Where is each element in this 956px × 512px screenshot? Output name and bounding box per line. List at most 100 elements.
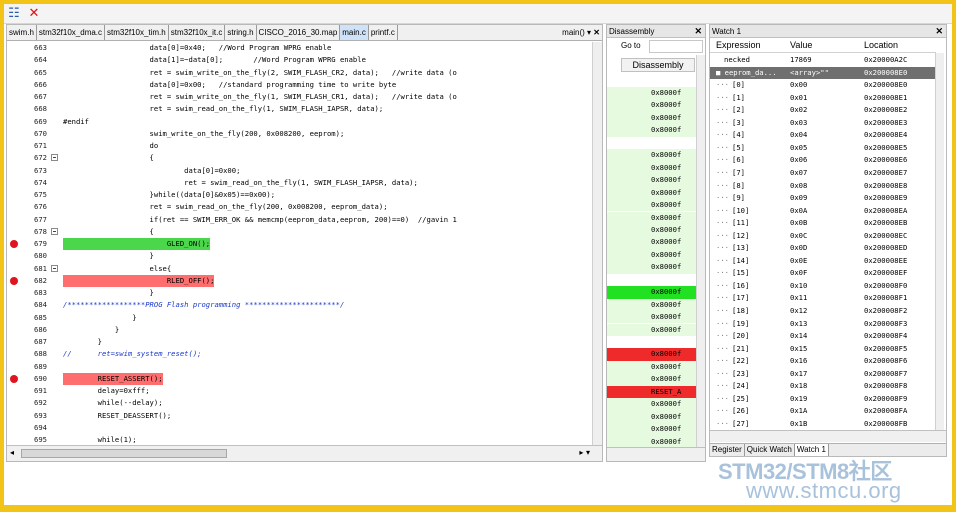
- disassembly-vertical-scrollbar[interactable]: [696, 55, 705, 449]
- scroll-right-icon[interactable]: ▸ ▾: [579, 448, 590, 457]
- code-line[interactable]: 678 {: [7, 226, 602, 238]
- disassembly-row[interactable]: 0x8000f: [607, 223, 697, 237]
- file-tab[interactable]: string.h: [225, 25, 257, 40]
- code-line[interactable]: 680 }: [7, 250, 602, 262]
- code-line[interactable]: 677 if(ret == SWIM_ERR_OK && memcmp(eepr…: [7, 214, 602, 226]
- function-selector[interactable]: main() ▾ ✕: [558, 25, 600, 40]
- disassembly-row[interactable]: 0x8000f: [607, 348, 697, 361]
- disassembly-row[interactable]: 0x8000f: [607, 423, 697, 436]
- list-icon[interactable]: ☷: [6, 6, 22, 22]
- code-line[interactable]: 682 RLED_OFF();: [7, 274, 602, 287]
- watch-row[interactable]: ··· [23] 0x17 0x200008F7: [710, 368, 936, 381]
- watch-row[interactable]: ··· [20] 0x14 0x200008F4: [710, 330, 936, 343]
- watch-row[interactable]: ··· [15] 0x0F 0x200008EF: [710, 267, 936, 280]
- code-line[interactable]: 685 }: [7, 312, 602, 324]
- disassembly-row[interactable]: 0x8000f: [607, 248, 697, 262]
- watch-row[interactable]: ··· [10] 0x0A 0x200008EA: [710, 205, 936, 218]
- watch-row[interactable]: ··· [2] 0x02 0x200008E2: [710, 104, 936, 117]
- watch-row[interactable]: necked 17869 0x20000A2C: [710, 54, 936, 67]
- disassembly-row[interactable]: 0x8000f: [607, 298, 697, 312]
- disassembly-row[interactable]: 0x8000f: [607, 261, 697, 274]
- disassembly-row[interactable]: 0x8000f: [607, 99, 697, 112]
- code-line[interactable]: 668 ret = swim_read_on_the_fly(1, SWIM_F…: [7, 103, 602, 115]
- watch-row[interactable]: ··· [24] 0x18 0x200008F8: [710, 380, 936, 393]
- watch-horizontal-scrollbar[interactable]: [710, 430, 946, 442]
- disassembly-row[interactable]: 0x8000f: [607, 373, 697, 386]
- code-line[interactable]: 671 do: [7, 140, 602, 152]
- code-line[interactable]: 687 }: [7, 336, 602, 348]
- code-line[interactable]: 665 ret = swim_write_on_the_fly(2, SWIM_…: [7, 67, 602, 79]
- disassembly-row[interactable]: 0x8000f: [607, 410, 697, 424]
- code-line[interactable]: 681 else{: [7, 263, 602, 275]
- code-line[interactable]: 672 {: [7, 152, 602, 164]
- watch-row[interactable]: ··· [3] 0x03 0x200008E3: [710, 117, 936, 130]
- watch-row[interactable]: ··· [19] 0x13 0x200008F3: [710, 318, 936, 331]
- watch-row[interactable]: ··· [16] 0x10 0x200008F0: [710, 280, 936, 293]
- code-line[interactable]: 669 #endif: [7, 116, 602, 128]
- watch-row[interactable]: ··· [26] 0x1A 0x200008FA: [710, 405, 936, 418]
- watch-row[interactable]: ··· [12] 0x0C 0x200008EC: [710, 230, 936, 243]
- disassembly-row[interactable]: 0x8000f: [607, 87, 697, 100]
- watch-row[interactable]: ··· [22] 0x16 0x200008F6: [710, 355, 936, 368]
- disassembly-row[interactable]: 0x8000f: [607, 161, 697, 175]
- watch-row[interactable]: ··· [6] 0x06 0x200008E6: [710, 154, 936, 167]
- disassembly-row[interactable]: 0x8000f: [607, 211, 697, 224]
- watch-row[interactable]: ··· [0] 0x00 0x200008E0: [710, 79, 936, 92]
- watch-row[interactable]: ··· [13] 0x0D 0x200008ED: [710, 242, 936, 255]
- code-line[interactable]: 667 ret = swim_write_on_the_fly(1, SWIM_…: [7, 91, 602, 103]
- code-line[interactable]: 676 ret = swim_read_on_the_fly(200, 0x00…: [7, 201, 602, 213]
- watch-vertical-scrollbar[interactable]: [935, 53, 944, 431]
- fold-toggle-icon[interactable]: [51, 154, 58, 162]
- editor-horizontal-scrollbar[interactable]: ◂ ▸ ▾: [7, 445, 602, 461]
- watch-row[interactable]: ··· [11] 0x0B 0x200008EB: [710, 217, 936, 230]
- column-location[interactable]: Location: [864, 38, 936, 53]
- disassembly-row[interactable]: 0x8000f: [607, 398, 697, 411]
- file-tab[interactable]: printf.c: [369, 25, 398, 40]
- breakpoint-icon[interactable]: [10, 276, 18, 285]
- watch-row[interactable]: ··· [21] 0x15 0x200008F5: [710, 343, 936, 356]
- fold-toggle-icon[interactable]: [51, 227, 58, 235]
- code-line[interactable]: 674 ret = swim_read_on_the_fly(1, SWIM_F…: [7, 177, 602, 189]
- disassembly-row[interactable]: 0x8000f: [607, 199, 697, 212]
- code-area[interactable]: 663 data[0]=0x40; //Word Program WPRG en…: [7, 42, 602, 446]
- disassembly-row[interactable]: [607, 336, 697, 349]
- close-icon[interactable]: ✕: [26, 6, 42, 22]
- file-tab[interactable]: stm32f10x_it.c: [169, 25, 226, 40]
- file-tab[interactable]: main.c: [340, 25, 369, 40]
- goto-input[interactable]: [649, 40, 703, 53]
- close-tab-icon[interactable]: ✕: [593, 28, 600, 37]
- disassembly-row[interactable]: [607, 136, 697, 150]
- code-line[interactable]: 673 data[0]=0x00;: [7, 165, 602, 177]
- code-line[interactable]: 692 while(--delay);: [7, 397, 602, 409]
- disassembly-row[interactable]: 0x8000f: [607, 360, 697, 374]
- scroll-left-icon[interactable]: ◂: [10, 448, 14, 457]
- code-line[interactable]: 689: [7, 361, 602, 373]
- disassembly-row[interactable]: RESET_A: [607, 385, 697, 399]
- code-line[interactable]: 691 delay=0xfff;: [7, 385, 602, 397]
- horizontal-scroll-thumb[interactable]: [21, 449, 227, 458]
- disassembly-row[interactable]: 0x8000f: [607, 149, 697, 162]
- code-line[interactable]: 690 RESET_ASSERT();: [7, 372, 602, 385]
- code-line[interactable]: 693 RESET_DEASSERT();: [7, 410, 602, 422]
- watch-row[interactable]: ··· [1] 0x01 0x200008E1: [710, 92, 936, 105]
- breakpoint-icon[interactable]: [10, 374, 18, 383]
- editor-vertical-scrollbar[interactable]: [592, 42, 602, 446]
- watch-row[interactable]: ··· [25] 0x19 0x200008F9: [710, 393, 936, 406]
- disassembly-row[interactable]: 0x8000f: [607, 311, 697, 324]
- watch-row[interactable]: ··· [18] 0x12 0x200008F2: [710, 305, 936, 318]
- watch-row[interactable]: ··· [7] 0x07 0x200008E7: [710, 167, 936, 180]
- watch-row[interactable]: ··· [4] 0x04 0x200008E4: [710, 129, 936, 142]
- watch-row[interactable]: ··· [17] 0x11 0x200008F1: [710, 292, 936, 305]
- disassembly-row[interactable]: 0x8000f: [607, 286, 697, 299]
- column-expression[interactable]: Expression: [716, 38, 791, 53]
- code-line[interactable]: 684 /******************PROG Flash program…: [7, 299, 602, 311]
- code-line[interactable]: 694: [7, 422, 602, 434]
- close-icon[interactable]: ✕: [935, 25, 943, 38]
- watch-row[interactable]: ··· [8] 0x08 0x200008E8: [710, 180, 936, 193]
- disassembly-row[interactable]: 0x8000f: [607, 174, 697, 187]
- code-line[interactable]: 686 }: [7, 324, 602, 336]
- code-line[interactable]: 688 // ret=swim_system_reset();: [7, 348, 602, 360]
- file-tab[interactable]: swim.h: [7, 25, 37, 40]
- close-icon[interactable]: ✕: [694, 25, 702, 38]
- fold-toggle-icon[interactable]: [51, 264, 58, 272]
